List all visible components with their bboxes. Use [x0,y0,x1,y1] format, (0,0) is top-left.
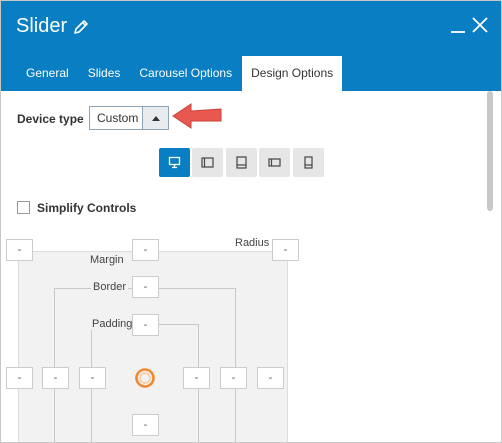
caret-up-icon[interactable] [142,107,168,129]
scrollbar[interactable] [487,91,493,211]
border-right-input[interactable]: - [220,367,247,389]
slider-dialog: Slider General Slides Carousel Options D… [0,0,502,443]
margin-right-input[interactable]: - [257,367,284,389]
padding-top-input[interactable]: - [132,314,159,336]
device-mobile-portrait-button[interactable] [293,148,324,177]
dialog-title-text: Slider [16,15,68,37]
border-label: Border [91,281,129,293]
close-icon[interactable] [470,15,490,35]
device-tablet-landscape-button[interactable] [192,148,223,177]
tab-bar: General Slides Carousel Options Design O… [17,56,343,91]
device-desktop-button[interactable] [159,148,190,177]
device-type-select[interactable]: Custom [89,106,169,130]
annotation-arrow-icon [172,103,222,129]
tablet-landscape-icon [201,157,214,168]
padding-left-input[interactable]: - [79,367,106,389]
simplify-controls-checkbox[interactable] [17,201,30,214]
device-type-value: Custom [97,111,139,125]
tab-slides[interactable]: Slides [79,56,130,91]
radius-top-left-input[interactable]: - [6,239,33,261]
device-type-label: Device type [17,112,84,126]
loading-spinner-icon [135,368,155,388]
tab-carousel-options[interactable]: Carousel Options [130,56,241,91]
padding-bottom-input[interactable]: - [132,414,159,436]
tab-design-options[interactable]: Design Options [242,56,343,91]
tablet-portrait-icon [236,156,247,169]
desktop-icon [168,156,181,169]
padding-label: Padding [90,318,135,330]
device-mobile-landscape-button[interactable] [259,148,290,177]
margin-top-input[interactable]: - [132,239,159,261]
border-top-input[interactable]: - [132,276,159,298]
dialog-header: Slider General Slides Carousel Options D… [1,1,501,91]
margin-left-input[interactable]: - [6,367,33,389]
margin-label: Margin [90,254,124,266]
simplify-controls-label: Simplify Controls [37,201,137,215]
border-left-input[interactable]: - [42,367,69,389]
dialog-title: Slider [16,15,89,38]
device-tablet-portrait-button[interactable] [226,148,257,177]
tab-general[interactable]: General [17,56,78,91]
radius-top-right-input[interactable]: - [272,239,299,261]
radius-label: Radius [235,237,270,249]
minimize-icon[interactable] [448,15,468,35]
pencil-icon[interactable] [73,19,89,35]
mobile-landscape-icon [268,158,281,167]
mobile-portrait-icon [304,156,313,169]
padding-right-input[interactable]: - [183,367,210,389]
